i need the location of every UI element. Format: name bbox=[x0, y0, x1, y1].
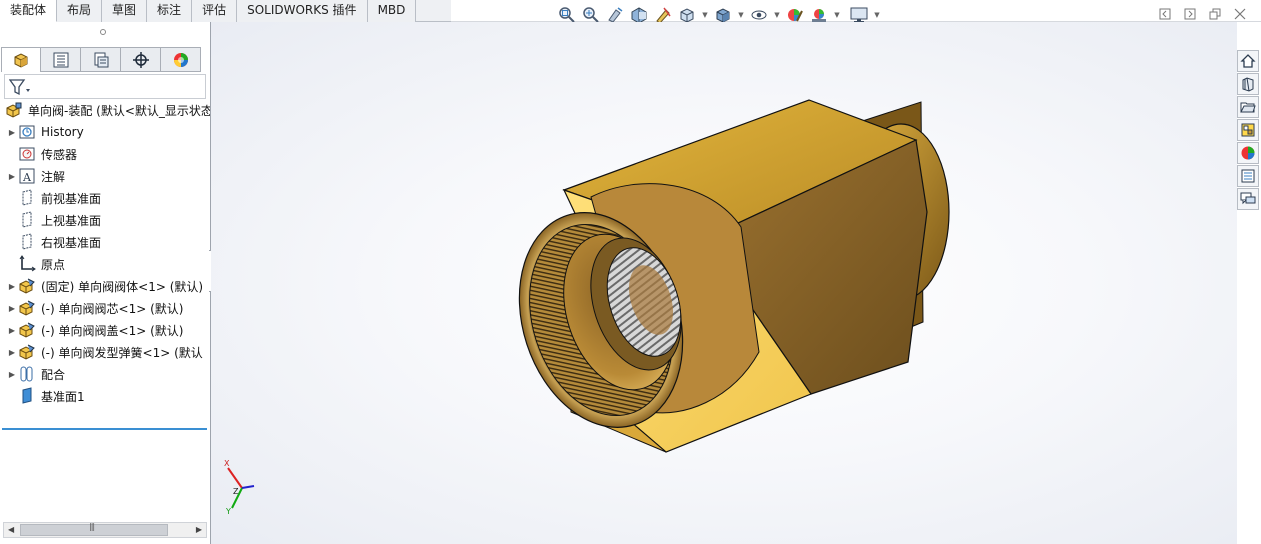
origin-icon bbox=[18, 255, 36, 273]
part-icon bbox=[18, 277, 36, 295]
tree-item[interactable]: 传感器 bbox=[0, 143, 210, 165]
tree-item[interactable]: 基准面1 bbox=[0, 385, 210, 407]
tree-item-label: 右视基准面 bbox=[41, 235, 102, 250]
part-icon bbox=[18, 343, 36, 361]
expand-arrow-icon[interactable]: ▶ bbox=[6, 172, 18, 181]
tree-item[interactable]: ▶ History bbox=[0, 121, 210, 143]
graphics-area[interactable]: X Z Y bbox=[211, 22, 1237, 544]
plane-icon bbox=[18, 189, 36, 207]
tree-item-label: 前视基准面 bbox=[41, 191, 102, 206]
triad-x-label: X bbox=[224, 459, 230, 468]
custom-properties-icon[interactable] bbox=[1237, 165, 1259, 187]
panel-tabs bbox=[1, 47, 201, 72]
expand-arrow-icon[interactable]: ▶ bbox=[6, 326, 18, 335]
expand-arrow-icon[interactable]: ▶ bbox=[6, 282, 18, 291]
displaymanager-icon[interactable] bbox=[161, 47, 201, 72]
tree-item[interactable]: ▶ (固定) 单向阀阀体<1> (默认) bbox=[0, 275, 210, 297]
close-icon[interactable] bbox=[1232, 6, 1247, 21]
tab-evaluate[interactable]: 评估 bbox=[192, 0, 238, 22]
restore-icon[interactable] bbox=[1207, 6, 1222, 21]
design-library-icon[interactable] bbox=[1237, 73, 1259, 95]
tree-item-label: 原点 bbox=[41, 257, 66, 272]
configurationmanager-icon[interactable] bbox=[81, 47, 121, 72]
feature-tree: 单向阀-装配 (默认<默认_显示状态 ▶ History 传感器 ▶ A 注解前视基准面上… bbox=[0, 99, 210, 407]
file-explorer-icon[interactable] bbox=[1237, 96, 1259, 118]
triad-z-label: Z bbox=[233, 487, 239, 496]
scroll-left-icon[interactable]: ◀ bbox=[8, 525, 14, 534]
tab-markup[interactable]: 标注 bbox=[147, 0, 193, 22]
tree-item-label: 配合 bbox=[41, 367, 66, 382]
tile-right-icon[interactable] bbox=[1182, 6, 1197, 21]
display-style-caret-icon[interactable]: ▼ bbox=[736, 11, 746, 19]
expand-arrow-icon[interactable]: ▶ bbox=[6, 370, 18, 379]
solidworks-resources-icon[interactable] bbox=[1237, 50, 1259, 72]
task-pane-strip bbox=[1237, 50, 1261, 210]
tree-item-label: 基准面1 bbox=[41, 389, 85, 404]
plane-icon bbox=[18, 211, 36, 229]
expand-arrow-icon[interactable]: ▶ bbox=[6, 304, 18, 313]
reference-triad: X Z Y bbox=[224, 459, 255, 516]
tree-item-label: (-) 单向阀发型弹簧<1> (默认 bbox=[41, 345, 203, 360]
tree-item[interactable]: ▶ (-) 单向阀发型弹簧<1> (默认 bbox=[0, 341, 210, 363]
filter-icon[interactable] bbox=[9, 78, 31, 96]
scroll-thumb[interactable]: ||| bbox=[20, 522, 168, 536]
tree-item-label: (-) 单向阀阀盖<1> (默认) bbox=[41, 323, 184, 338]
featuremanager-icon[interactable] bbox=[1, 47, 41, 72]
assembly-icon bbox=[5, 101, 23, 119]
annotation-icon: A bbox=[18, 167, 36, 185]
tree-item-label: History bbox=[41, 125, 84, 139]
hide-show-caret-icon[interactable]: ▼ bbox=[772, 11, 782, 19]
tree-item[interactable]: 原点 bbox=[0, 253, 210, 275]
tab-mbd[interactable]: MBD bbox=[367, 0, 417, 22]
tree-item-label: 注解 bbox=[41, 169, 66, 184]
view-settings-caret-icon[interactable]: ▼ bbox=[872, 11, 882, 19]
tree-item[interactable]: 上视基准面 bbox=[0, 209, 210, 231]
plane-icon bbox=[18, 233, 36, 251]
solidworks-forum-icon[interactable] bbox=[1237, 188, 1259, 210]
apply-scene-caret-icon[interactable]: ▼ bbox=[832, 11, 842, 19]
dimxpert-icon[interactable] bbox=[121, 47, 161, 72]
sensor-icon bbox=[18, 145, 36, 163]
plane-solid-icon bbox=[18, 387, 36, 405]
tree-filter[interactable] bbox=[4, 74, 206, 99]
command-manager-tabs: 装配体 布局 草图 标注 评估 SOLIDWORKS 插件 MBD bbox=[0, 0, 451, 22]
tree-item-label: (-) 单向阀阀芯<1> (默认) bbox=[41, 301, 184, 316]
triad-y-label: Y bbox=[225, 507, 231, 516]
tree-item[interactable]: 前视基准面 bbox=[0, 187, 210, 209]
tree-item[interactable]: ▶ (-) 单向阀阀盖<1> (默认) bbox=[0, 319, 210, 341]
view-palette-icon[interactable] bbox=[1237, 119, 1259, 141]
window-controls bbox=[1157, 6, 1247, 21]
tab-solidworks-addins[interactable]: SOLIDWORKS 插件 bbox=[237, 0, 368, 22]
tree-item[interactable]: ▶ (-) 单向阀阀芯<1> (默认) bbox=[0, 297, 210, 319]
mates-icon bbox=[18, 365, 36, 383]
featuremanager-panel: 单向阀-装配 (默认<默认_显示状态 ▶ History 传感器 ▶ A 注解前视基准面上… bbox=[0, 22, 211, 544]
tree-root-assembly[interactable]: 单向阀-装配 (默认<默认_显示状态 bbox=[0, 99, 210, 121]
part-icon bbox=[18, 299, 36, 317]
tree-item[interactable]: ▶ 配合 bbox=[0, 363, 210, 385]
horizontal-scrollbar[interactable]: ◀ ||| ▶ bbox=[3, 522, 207, 538]
scroll-right-icon[interactable]: ▶ bbox=[196, 525, 202, 534]
tile-left-icon[interactable] bbox=[1157, 6, 1172, 21]
tree-root-label: 单向阀-装配 (默认<默认_显示状态 bbox=[28, 103, 210, 118]
tree-item[interactable]: 右视基准面 bbox=[0, 231, 210, 253]
panel-grip-icon[interactable] bbox=[100, 29, 106, 35]
view-orientation-caret-icon[interactable]: ▼ bbox=[700, 11, 710, 19]
expand-arrow-icon[interactable]: ▶ bbox=[6, 128, 18, 137]
rollback-bar[interactable] bbox=[2, 428, 207, 430]
expand-arrow-icon[interactable]: ▶ bbox=[6, 348, 18, 357]
part-icon bbox=[18, 321, 36, 339]
check-valve-assembly-model[interactable] bbox=[211, 22, 1237, 544]
tree-item-label: 传感器 bbox=[41, 147, 78, 162]
tree-item-label: 上视基准面 bbox=[41, 213, 102, 228]
tree-item-label: (固定) 单向阀阀体<1> (默认) bbox=[41, 279, 204, 294]
propertymanager-icon[interactable] bbox=[41, 47, 81, 72]
appearances-scenes-icon[interactable] bbox=[1237, 142, 1259, 164]
svg-text:A: A bbox=[22, 171, 32, 184]
tree-item[interactable]: ▶ A 注解 bbox=[0, 165, 210, 187]
tab-sketch[interactable]: 草图 bbox=[102, 0, 148, 22]
history-icon bbox=[18, 123, 36, 141]
tab-assembly[interactable]: 装配体 bbox=[0, 0, 58, 22]
tab-layout[interactable]: 布局 bbox=[57, 0, 103, 22]
